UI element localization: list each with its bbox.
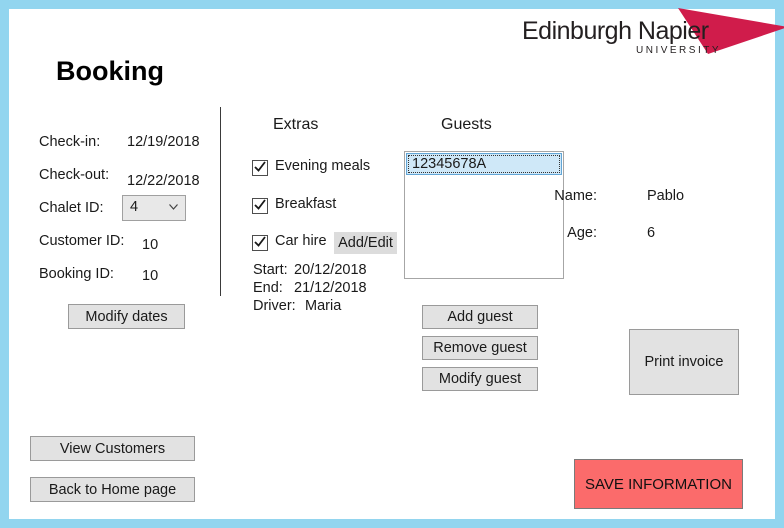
add-guest-button[interactable]: Add guest [422, 305, 538, 329]
back-home-button[interactable]: Back to Home page [30, 477, 195, 502]
customer-id-value: 10 [142, 237, 159, 253]
car-hire-end-value: 21/12/2018 [294, 280, 367, 296]
modify-guest-button[interactable]: Modify guest [422, 367, 538, 391]
page-title: Booking [56, 56, 164, 86]
remove-guest-button[interactable]: Remove guest [422, 336, 538, 360]
logo-wordmark: Edinburgh Napier [522, 17, 709, 45]
car-hire-driver-value: Maria [305, 298, 342, 314]
form-canvas: Edinburgh Napier UNIVERSITY Booking Chec… [9, 8, 784, 519]
save-information-button[interactable]: SAVE INFORMATION [574, 459, 743, 509]
chalet-id-label: Chalet ID: [39, 200, 104, 216]
guests-listbox[interactable]: 12345678A [404, 151, 564, 279]
guest-id: 12345678A [412, 156, 487, 172]
car-hire-start-value: 20/12/2018 [294, 262, 367, 278]
car-hire-start-label: Start: [253, 262, 288, 278]
checkbox-label: Breakfast [275, 196, 337, 212]
logo-subtitle: UNIVERSITY [636, 45, 722, 56]
university-logo: Edinburgh Napier UNIVERSITY [514, 0, 784, 72]
car-hire-driver-label: Driver: [253, 298, 296, 314]
car-hire-add-edit-button[interactable]: Add/Edit [334, 232, 397, 254]
booking-id-value: 10 [142, 268, 159, 284]
car-hire-end-label: End: [253, 280, 283, 296]
checkin-label: Check-in: [39, 134, 101, 150]
view-customers-button[interactable]: View Customers [30, 436, 195, 461]
section-divider [220, 107, 221, 296]
guest-age-value: 6 [647, 225, 656, 241]
check-icon [254, 199, 266, 210]
guests-heading: Guests [441, 116, 492, 133]
extras-heading: Extras [273, 116, 319, 133]
checkout-label: Check-out: [39, 167, 110, 183]
guest-name-label: Name: [554, 188, 597, 204]
check-icon [254, 236, 266, 247]
checkbox-label: Evening meals [275, 158, 371, 174]
chalet-id-dropdown[interactable]: 4 [122, 195, 186, 221]
check-icon [254, 161, 266, 172]
list-item[interactable]: 12345678A [406, 153, 562, 175]
checkout-value: 12/22/2018 [127, 173, 200, 189]
chalet-id-value: 4 [130, 199, 139, 215]
application-window: Edinburgh Napier UNIVERSITY Booking Chec… [0, 0, 784, 528]
checkin-value: 12/19/2018 [127, 134, 200, 150]
customer-id-label: Customer ID: [39, 233, 125, 249]
guest-age-label: Age: [567, 225, 597, 241]
chevron-down-icon [169, 204, 178, 210]
checkbox-label: Car hire [275, 233, 327, 249]
modify-dates-button[interactable]: Modify dates [68, 304, 185, 329]
booking-id-label: Booking ID: [39, 266, 114, 282]
guest-name-value: Pablo [647, 188, 685, 204]
print-invoice-button[interactable]: Print invoice [629, 329, 739, 395]
